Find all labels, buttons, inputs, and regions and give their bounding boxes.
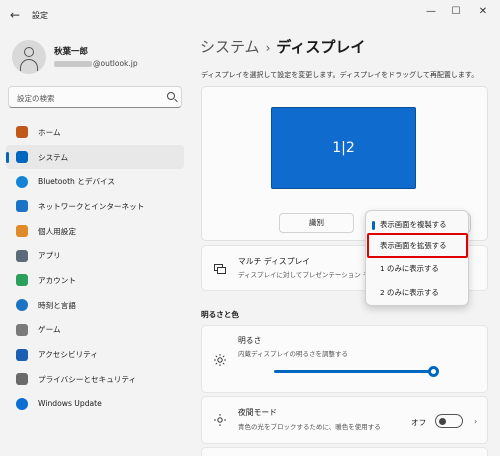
sidebar-item-7[interactable]: 時刻と言語 xyxy=(6,293,184,318)
sidebar-nav: ホームシステム Bluetooth とデバイスネットワークとインターネット 個人用設… xyxy=(6,120,184,416)
profile-email: @outlook.jp xyxy=(54,59,138,68)
breadcrumb: システム › ディスプレイ xyxy=(200,36,365,57)
shield-icon xyxy=(16,373,28,386)
dropdown-option-0[interactable]: 表示画面を複製する xyxy=(370,215,466,235)
sidebar-item-label: 個人用設定 xyxy=(38,226,76,236)
multi-display-icon xyxy=(214,264,226,274)
sidebar-item-3[interactable]: ネットワークとインターネット xyxy=(6,194,184,219)
minimize-button[interactable]: — xyxy=(420,4,442,20)
sidebar-item-label: ホーム xyxy=(38,127,61,137)
page-title: ディスプレイ xyxy=(276,38,366,56)
sidebar-item-11[interactable]: Windows Update xyxy=(6,392,184,417)
sidebar-item-label: Bluetooth とデバイス xyxy=(38,177,116,187)
night-light-toggle[interactable] xyxy=(435,414,463,428)
brightness-card: 明るさ 内蔵ディスプレイの明るさを調整する xyxy=(201,325,488,393)
sidebar-item-label: アクセシビリティ xyxy=(38,350,98,360)
night-light-card[interactable]: 夜間モード 青色の光をブロックするために、暖色を使用する オフ › xyxy=(201,396,488,444)
chevron-right-icon[interactable]: › xyxy=(474,417,477,426)
time-language-icon xyxy=(16,299,28,312)
night-light-icon xyxy=(214,414,226,426)
sidebar-item-label: アカウント xyxy=(38,275,76,285)
brightness-title: 明るさ xyxy=(238,336,262,345)
search-icon xyxy=(167,92,175,100)
sidebar-item-label: Windows Update xyxy=(38,399,102,409)
next-card[interactable] xyxy=(201,447,488,456)
apps-icon xyxy=(16,249,28,262)
chevron-right-icon: › xyxy=(265,41,271,55)
sidebar-item-0[interactable]: ホーム xyxy=(6,120,184,145)
dropdown-option-2[interactable]: 1 のみに表示する xyxy=(370,259,466,279)
sidebar-item-label: システム xyxy=(38,152,69,162)
sidebar-item-label: アプリ xyxy=(38,251,61,261)
sidebar-item-label: 時刻と言語 xyxy=(38,300,76,310)
sidebar-item-2[interactable]: Bluetooth とデバイス xyxy=(6,169,184,194)
brightness-subtitle: 内蔵ディスプレイの明るさを調整する xyxy=(238,350,349,358)
system-icon xyxy=(16,151,28,164)
close-button[interactable]: ✕ xyxy=(472,4,494,20)
toggle-knob xyxy=(439,417,446,425)
breadcrumb-parent[interactable]: システム xyxy=(200,38,260,56)
sidebar-item-label: プライバシーとセキュリティ xyxy=(38,374,137,384)
app-title: 設定 xyxy=(32,11,48,20)
windows-update-icon xyxy=(16,397,28,410)
sidebar-item-6[interactable]: アカウント xyxy=(6,268,184,293)
section-heading: 明るさと色 xyxy=(201,310,239,319)
monitor-label: 1|2 xyxy=(332,140,355,156)
sidebar-item-9[interactable]: アクセシビリティ xyxy=(6,342,184,367)
identify-button[interactable]: 識別 xyxy=(279,213,354,233)
monitor-tile[interactable]: 1|2 xyxy=(271,107,416,189)
account-icon xyxy=(16,274,28,287)
toggle-state-label: オフ xyxy=(411,418,427,427)
search-input[interactable]: 設定の検索 xyxy=(8,86,182,108)
multi-display-title: マルチ ディスプレイ xyxy=(238,257,311,266)
night-light-title: 夜間モード xyxy=(238,408,277,417)
title-bar: ← 設定 — ☐ ✕ xyxy=(0,0,500,30)
sidebar-item-10[interactable]: プライバシーとセキュリティ xyxy=(6,367,184,392)
page-description: ディスプレイを選択して設定を変更します。ディスプレイをドラッグして再配置します。 xyxy=(201,71,479,79)
maximize-button[interactable]: ☐ xyxy=(445,4,467,20)
back-arrow-icon[interactable]: ← xyxy=(10,8,24,22)
display-mode-dropdown: 表示画面を複製する 表示画面を拡張する 1 のみに表示する 2 のみに表示する xyxy=(365,210,469,306)
avatar[interactable] xyxy=(12,40,46,74)
sun-icon xyxy=(214,354,226,366)
brightness-slider-track[interactable] xyxy=(274,370,434,373)
person-icon xyxy=(24,47,34,57)
sidebar-item-1[interactable]: システム xyxy=(6,144,184,170)
email-redaction xyxy=(54,61,92,67)
game-icon xyxy=(16,323,28,336)
profile-name: 秋葉一郎 xyxy=(54,47,89,57)
sidebar-item-label: ゲーム xyxy=(38,325,61,335)
sidebar-item-label: ネットワークとインターネット xyxy=(38,201,145,211)
highlight-annotation-box xyxy=(367,233,468,258)
dropdown-option-3[interactable]: 2 のみに表示する xyxy=(370,283,466,303)
night-light-subtitle: 青色の光をブロックするために、暖色を使用する xyxy=(238,423,381,431)
accessibility-icon xyxy=(16,348,28,361)
network-icon xyxy=(16,200,28,213)
brightness-slider-thumb[interactable] xyxy=(428,366,439,377)
search-placeholder: 設定の検索 xyxy=(17,94,55,103)
sidebar-item-4[interactable]: 個人用設定 xyxy=(6,219,184,244)
home-icon xyxy=(16,126,28,139)
sidebar-item-5[interactable]: アプリ xyxy=(6,243,184,268)
sidebar-item-8[interactable]: ゲーム xyxy=(6,318,184,343)
bluetooth-icon xyxy=(16,175,28,188)
brush-icon xyxy=(16,225,28,238)
